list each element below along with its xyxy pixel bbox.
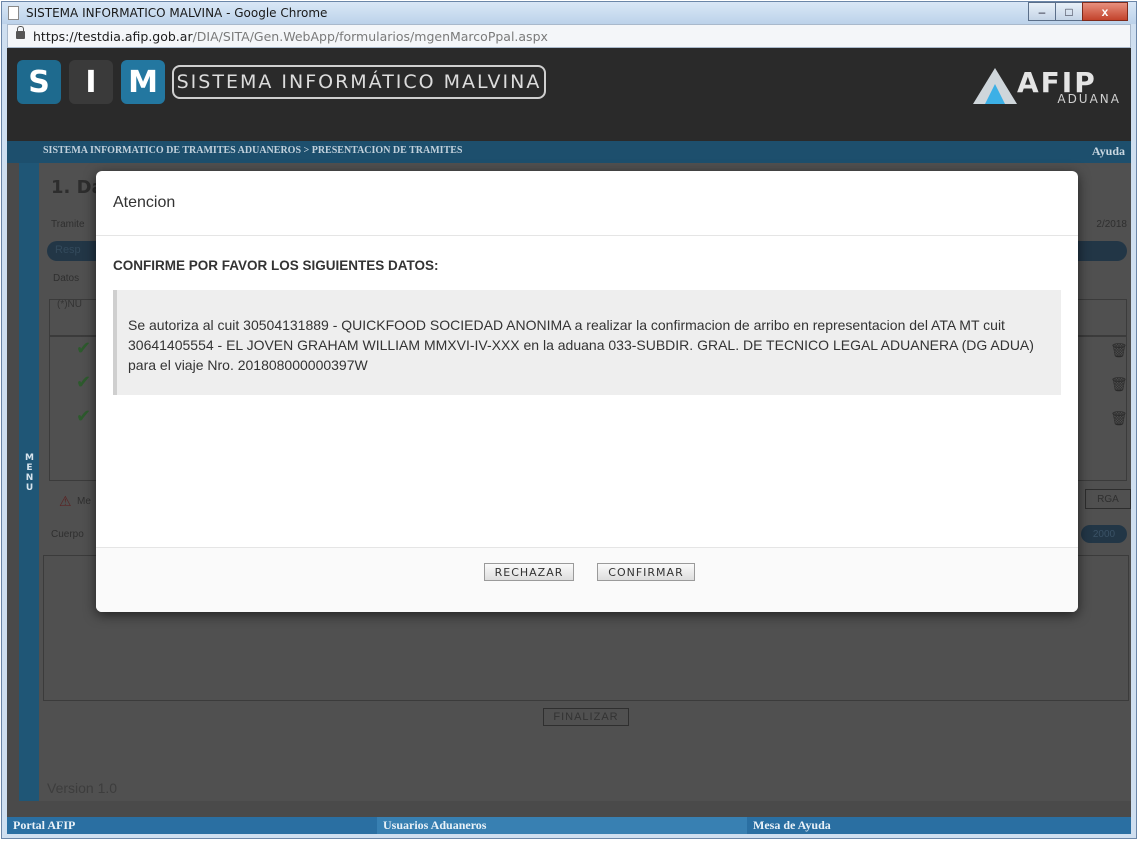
footer-mesa-link[interactable]: Mesa de Ayuda <box>747 817 1131 834</box>
menu-label: MENU <box>22 453 36 497</box>
responsable-label: Resp <box>55 244 81 256</box>
carga-button[interactable]: RGA <box>1085 489 1131 509</box>
tramite-label: Tramite <box>51 219 85 230</box>
trash-icon[interactable]: 🗑 <box>1110 342 1128 359</box>
afip-logo: AFIP ADUANA <box>973 60 1123 106</box>
char-count-badge: 2000 <box>1081 525 1127 543</box>
help-link[interactable]: Ayuda <box>1092 144 1125 159</box>
window-controls: – □ x <box>1028 2 1128 22</box>
logo-s: S <box>17 60 61 104</box>
version-label: Version 1.0 <box>47 780 118 796</box>
aduana-label: ADUANA <box>1057 92 1121 106</box>
side-menu[interactable]: MENU <box>19 163 39 801</box>
window-title: SISTEMA INFORMATICO MALVINA - Google Chr… <box>26 6 328 20</box>
cuerpo-label: Cuerpo <box>51 529 84 540</box>
close-button[interactable]: x <box>1082 2 1128 21</box>
url-text[interactable]: https://testdia.afip.gob.ar/DIA/SITA/Gen… <box>33 29 548 44</box>
nav-strip: SISTEMA INFORMATICO DE TRAMITES ADUANERO… <box>7 141 1131 163</box>
message-label: Me <box>77 496 91 507</box>
trash-icon[interactable]: 🗑 <box>1110 410 1128 427</box>
footer-bar: Portal AFIP Usuarios Aduaneros Mesa de A… <box>7 801 1131 834</box>
dialog-title: Atencion <box>113 194 176 211</box>
nu-label: (*)NU <box>57 299 82 310</box>
page-icon <box>8 6 19 20</box>
dialog-divider <box>96 235 1078 236</box>
finalizar-button[interactable]: FINALIZAR <box>543 708 629 726</box>
afip-triangle-accent-icon <box>985 84 1005 104</box>
menu-label-text: MENU <box>24 453 35 493</box>
confirm-button[interactable]: CONFIRMAR <box>597 563 695 581</box>
address-bar[interactable]: https://testdia.afip.gob.ar/DIA/SITA/Gen… <box>7 24 1131 48</box>
datos-label: Datos <box>53 273 80 284</box>
dialog-heading: CONFIRME POR FAVOR LOS SIGUIENTES DATOS: <box>113 258 439 273</box>
date-fragment: 2/2018 <box>1096 219 1127 230</box>
system-name: SISTEMA INFORMÁTICO MALVINA <box>172 65 546 99</box>
check-icon: ✔ <box>76 372 92 392</box>
dialog-message-box: Se autoriza al cuit 30504131889 - QUICKF… <box>113 290 1061 395</box>
check-icon: ✔ <box>76 406 92 426</box>
lock-icon <box>16 26 25 39</box>
warning-icon: ⚠ <box>59 493 72 509</box>
logo-m: M <box>121 60 165 104</box>
footer-usuarios-link[interactable]: Usuarios Aduaneros <box>377 817 747 834</box>
footer-portal-link[interactable]: Portal AFIP <box>7 817 377 834</box>
sim-header: S I M SISTEMA INFORMÁTICO MALVINA AFIP A… <box>7 48 1131 141</box>
title-bar[interactable]: SISTEMA INFORMATICO MALVINA - Google Chr… <box>2 2 1136 24</box>
dialog-message: Se autoriza al cuit 30504131889 - QUICKF… <box>128 317 1034 373</box>
url-path: /DIA/SITA/Gen.WebApp/formularios/mgenMar… <box>192 29 548 44</box>
trash-icon[interactable]: 🗑 <box>1110 376 1128 393</box>
breadcrumb[interactable]: SISTEMA INFORMATICO DE TRAMITES ADUANERO… <box>43 145 462 156</box>
logo-i: I <box>69 60 113 104</box>
maximize-button[interactable]: □ <box>1055 2 1083 21</box>
reject-button[interactable]: RECHAZAR <box>484 563 574 581</box>
check-icon: ✔ <box>76 338 92 358</box>
minimize-button[interactable]: – <box>1028 2 1056 21</box>
url-host: https://testdia.afip.gob.ar <box>33 29 193 44</box>
confirm-dialog: Atencion CONFIRME POR FAVOR LOS SIGUIENT… <box>96 171 1078 612</box>
dialog-footer: RECHAZAR CONFIRMAR <box>96 547 1078 612</box>
